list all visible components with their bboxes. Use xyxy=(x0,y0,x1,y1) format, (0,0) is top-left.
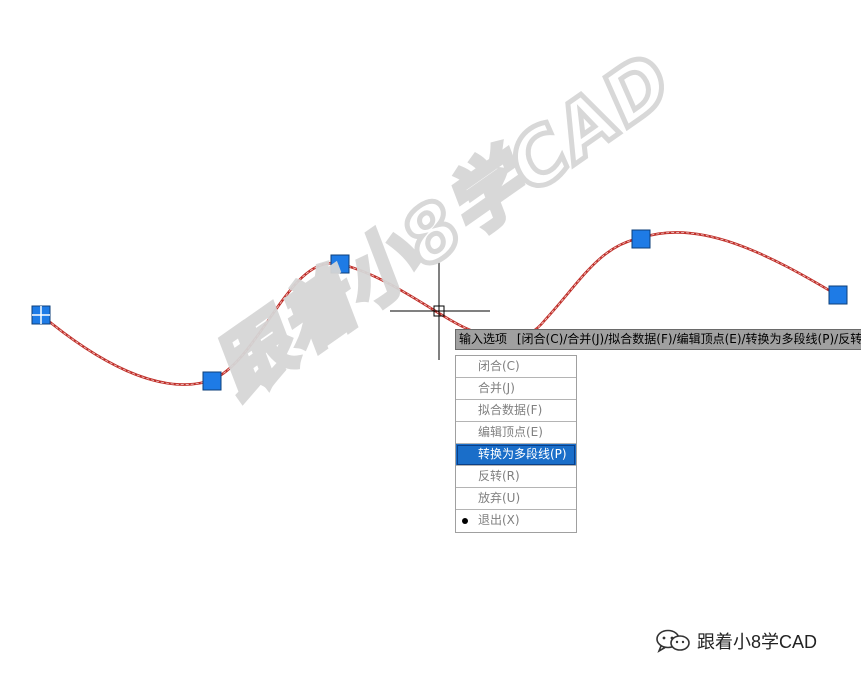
menu-item-label: 编辑顶点(E) xyxy=(478,425,543,439)
brand-footer: 跟着小8学CAD xyxy=(655,628,817,654)
dynamic-input-prompt: 输入选项 [闭合(C)/合并(J)/拟合数据(F)/编辑顶点(E)/转换为多段线… xyxy=(455,329,861,350)
wechat-icon xyxy=(656,629,690,653)
brand-name: 跟着小8学CAD xyxy=(697,632,818,652)
grip-2[interactable] xyxy=(202,371,222,391)
menu-item-close[interactable]: 闭合(C) xyxy=(456,356,576,378)
menu-item-join[interactable]: 合并(J) xyxy=(456,378,576,400)
menu-item-label: 合并(J) xyxy=(478,381,515,395)
menu-item-label: 转换为多段线(P) xyxy=(478,447,567,461)
bullet-icon xyxy=(462,518,468,524)
menu-item-label: 放弃(U) xyxy=(478,491,521,505)
menu-item-exit[interactable]: 退出(X) xyxy=(456,510,576,532)
menu-item-edit-vertex[interactable]: 编辑顶点(E) xyxy=(456,422,576,444)
menu-item-label: 退出(X) xyxy=(478,513,520,527)
menu-item-label: 拟合数据(F) xyxy=(478,403,543,417)
grip-4[interactable] xyxy=(631,229,651,249)
menu-item-fit-data[interactable]: 拟合数据(F) xyxy=(456,400,576,422)
grip-start[interactable] xyxy=(31,305,51,325)
menu-item-undo[interactable]: 放弃(U) xyxy=(456,488,576,510)
menu-item-label: 闭合(C) xyxy=(478,359,520,373)
menu-item-label: 反转(R) xyxy=(478,469,520,483)
menu-item-reverse[interactable]: 反转(R) xyxy=(456,466,576,488)
menu-item-convert-to-polyline[interactable]: 转换为多段线(P) xyxy=(456,444,576,466)
prompt-prefix: 输入选项 xyxy=(459,332,508,346)
grip-end[interactable] xyxy=(828,285,848,305)
prompt-options[interactable]: [闭合(C)/合并(J)/拟合数据(F)/编辑顶点(E)/转换为多段线(P)/反… xyxy=(517,332,861,346)
context-menu: 闭合(C) 合并(J) 拟合数据(F) 编辑顶点(E) 转换为多段线(P) 反转… xyxy=(455,355,577,533)
